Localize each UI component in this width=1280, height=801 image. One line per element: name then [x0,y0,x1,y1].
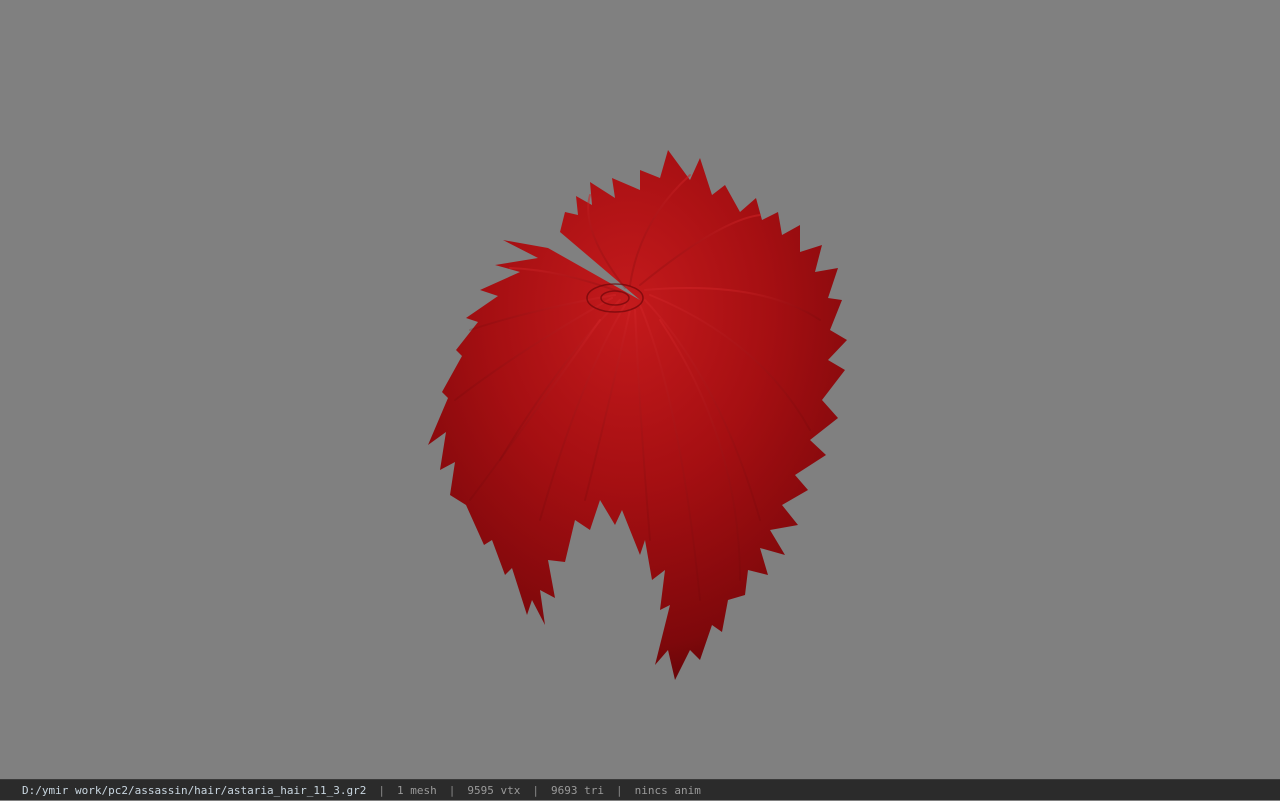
status-bar: D:/ymir work/pc2/assassin/hair/astaria_h… [0,779,1280,800]
separator: | [378,783,385,797]
separator: | [615,783,623,797]
separator: | [448,783,456,797]
3d-viewport[interactable] [0,0,1280,779]
vertex-count: 9595 vtx [467,783,521,797]
mesh-count: 1 mesh [397,783,437,797]
anim-status: nincs anim [634,783,701,797]
triangle-count: 9693 tri [550,783,604,797]
hair-mesh-model[interactable] [0,0,1280,779]
hair-silhouette [428,150,847,680]
separator: | [532,783,539,797]
file-path: D:/ymir work/pc2/assassin/hair/astaria_h… [22,783,367,797]
